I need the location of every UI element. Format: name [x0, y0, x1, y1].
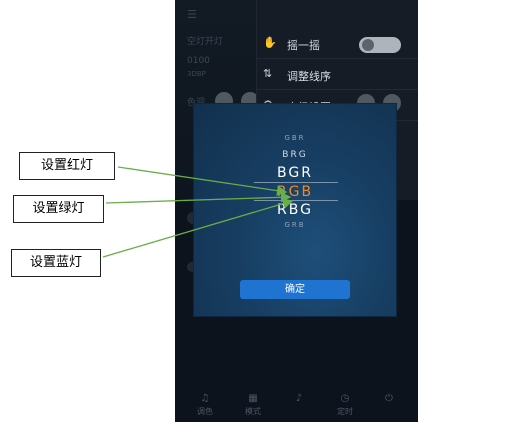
- callout-green: 设置绿灯: [13, 195, 104, 223]
- arrow-blue: [102, 198, 294, 258]
- arrow-green: [105, 192, 292, 204]
- callout-red: 设置红灯: [19, 152, 115, 180]
- callout-blue: 设置蓝灯: [11, 249, 101, 277]
- arrow-red: [117, 166, 288, 196]
